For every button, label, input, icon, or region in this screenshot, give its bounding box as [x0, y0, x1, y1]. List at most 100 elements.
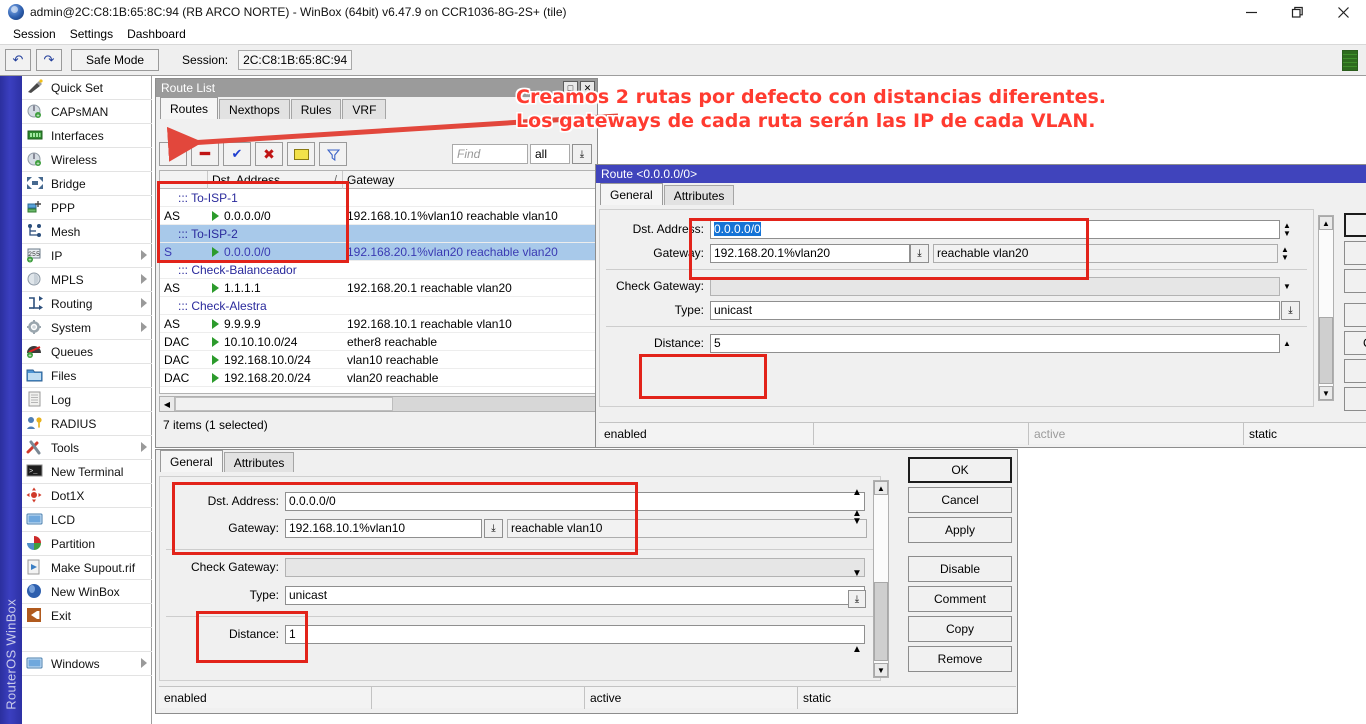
sidebar-item-files[interactable]: Files — [22, 364, 152, 388]
gateway-dropdown-icon-top[interactable]: ⤓ — [910, 244, 929, 263]
comment-button[interactable] — [287, 142, 315, 166]
vscroll-down-arrow-icon-bottom[interactable]: ▼ — [874, 663, 888, 677]
menu-dashboard[interactable]: Dashboard — [120, 26, 193, 42]
apply-button-top[interactable]: Apply — [1344, 269, 1366, 293]
routes-hscrollbar[interactable]: ◀ — [159, 396, 596, 412]
sidebar-item-bridge[interactable]: Bridge — [22, 172, 152, 196]
redo-button[interactable]: ↷ — [36, 49, 62, 71]
col-flags[interactable] — [160, 171, 208, 189]
vscroll-up-arrow-icon-top[interactable]: ▲ — [1319, 216, 1333, 230]
cancel-button-top[interactable]: Cancel — [1344, 241, 1366, 265]
cancel-button[interactable]: Cancel — [908, 487, 1012, 513]
type-input-bottom[interactable]: unicast — [285, 586, 865, 605]
sidebar-item-system[interactable]: System — [22, 316, 152, 340]
col-dst-address[interactable]: Dst. Address / — [208, 171, 343, 189]
route-dialog-top-vscrollbar[interactable]: ▲ ▼ — [1318, 215, 1334, 401]
vscroll-down-arrow-icon-top[interactable]: ▼ — [1319, 386, 1333, 400]
vscroll-up-arrow-icon-bottom[interactable]: ▲ — [874, 481, 888, 495]
gateway-spinner-bottom[interactable]: ▲▼ — [844, 504, 870, 531]
tab-routes[interactable]: Routes — [160, 97, 218, 119]
sidebar-item-queues[interactable]: +Queues — [22, 340, 152, 364]
sidebar-item-lcd[interactable]: LCD — [22, 508, 152, 532]
minimize-icon[interactable] — [1228, 0, 1274, 24]
sidebar-item-log[interactable]: Log — [22, 388, 152, 412]
gateway-dropdown-icon-bottom[interactable]: ⤓ — [484, 519, 503, 538]
menu-settings[interactable]: Settings — [63, 26, 120, 42]
table-row[interactable]: DAC192.168.10.0/24vlan10 reachable — [160, 351, 595, 369]
check-gateway-dropdown-icon-bottom[interactable]: ▼ — [844, 561, 870, 585]
undo-button[interactable]: ↶ — [5, 49, 31, 71]
type-input-top[interactable]: unicast — [710, 301, 1280, 320]
sidebar-item-dot1x[interactable]: Dot1X — [22, 484, 152, 508]
comment-button[interactable]: Comment — [908, 586, 1012, 612]
tab-general-bottom[interactable]: General — [160, 450, 223, 472]
sidebar-item-partition[interactable]: Partition — [22, 532, 152, 556]
comment-button-top[interactable]: Comment — [1344, 331, 1366, 355]
check-gateway-dropdown-icon-top[interactable]: ▼ — [1280, 283, 1294, 290]
sidebar-item-exit[interactable]: Exit — [22, 604, 152, 628]
apply-button[interactable]: Apply — [908, 517, 1012, 543]
sidebar-item-ppp[interactable]: PPP — [22, 196, 152, 220]
menu-session[interactable]: Session — [6, 26, 63, 42]
route-dialog-bottom-vscrollbar[interactable]: ▲ ▼ — [873, 480, 889, 678]
gateway-input-bottom[interactable]: 192.168.10.1%vlan10 — [285, 519, 482, 538]
dst-address-input-top[interactable]: 0.0.0.0/0 — [710, 220, 1280, 239]
filter-button[interactable] — [319, 142, 347, 166]
table-row[interactable]: DAC10.10.10.0/24ether8 reachable — [160, 333, 595, 351]
table-comment-row[interactable]: ::: Check-Balanceador — [160, 261, 595, 279]
table-comment-row[interactable]: ::: Check-Alestra — [160, 297, 595, 315]
copy-button-top[interactable]: Copy — [1344, 359, 1366, 383]
tab-rules[interactable]: Rules — [291, 99, 342, 119]
table-row[interactable]: S0.0.0.0/0192.168.20.1%vlan20 reachable … — [160, 243, 595, 261]
type-dropdown-icon-top[interactable]: ⤓ — [1281, 301, 1300, 320]
session-value[interactable]: 2C:C8:1B:65:8C:94 — [238, 50, 352, 70]
remove-button[interactable]: ━ — [191, 142, 219, 166]
vscroll-track-top[interactable] — [1319, 230, 1333, 386]
check-gateway-input-top[interactable] — [710, 277, 1280, 296]
distance-spinner-bottom[interactable]: ▲ — [844, 637, 870, 661]
distance-spinner-top[interactable]: ▲ — [1280, 340, 1294, 347]
vscroll-track-bottom[interactable] — [874, 495, 888, 663]
distance-input-top[interactable]: 5 — [710, 334, 1280, 353]
hscroll-left-arrow-icon[interactable]: ◀ — [160, 397, 175, 411]
dst-address-input-bottom[interactable]: 0.0.0.0/0 — [285, 492, 865, 511]
sidebar-item-tools[interactable]: Tools — [22, 436, 152, 460]
sidebar-item-quick-set[interactable]: Quick Set — [22, 76, 152, 100]
ok-button-top[interactable]: OK — [1344, 213, 1366, 237]
enable-button[interactable]: ✔ — [223, 142, 251, 166]
disable-button[interactable]: Disable — [908, 556, 1012, 582]
sidebar-item-capsman[interactable]: +CAPsMAN — [22, 100, 152, 124]
check-gateway-input-bottom[interactable] — [285, 558, 865, 577]
table-comment-row[interactable]: ::: To-ISP-1 — [160, 189, 595, 207]
gateway-spinner-top[interactable]: ▲▼ — [1278, 246, 1292, 261]
dst-address-spinner-bottom[interactable]: ▲ — [844, 480, 870, 504]
sidebar-item-radius[interactable]: RADIUS — [22, 412, 152, 436]
col-gateway[interactable]: Gateway — [343, 171, 595, 189]
hscroll-thumb[interactable] — [175, 397, 393, 411]
distance-input-bottom[interactable]: 1 — [285, 625, 865, 644]
type-dropdown-icon-bottom[interactable]: ⤓ — [844, 585, 870, 613]
disable-button[interactable]: ✖ — [255, 142, 283, 166]
sidebar-item-new-winbox[interactable]: New WinBox — [22, 580, 152, 604]
table-row[interactable]: DAC192.168.20.0/24vlan20 reachable — [160, 369, 595, 387]
tab-attributes-top[interactable]: Attributes — [664, 185, 735, 205]
vscroll-thumb-top[interactable] — [1319, 317, 1333, 384]
tab-vrf[interactable]: VRF — [342, 99, 386, 119]
remove-button-top[interactable]: Remove — [1344, 387, 1366, 411]
tab-attributes-bottom[interactable]: Attributes — [224, 452, 295, 472]
dst-address-spinner-top[interactable]: ▲▼ — [1280, 222, 1294, 237]
maximize-icon[interactable] — [1274, 0, 1320, 24]
disable-button-top[interactable]: Disable — [1344, 303, 1366, 327]
sidebar-item-wireless[interactable]: +Wireless — [22, 148, 152, 172]
remove-button[interactable]: Remove — [908, 646, 1012, 672]
gateway-input-top[interactable]: 192.168.20.1%vlan20 — [710, 244, 910, 263]
table-row[interactable]: AS1.1.1.1192.168.20.1 reachable vlan20 — [160, 279, 595, 297]
sidebar-item-ip[interactable]: 255+IP — [22, 244, 152, 268]
ok-button[interactable]: OK — [908, 457, 1012, 483]
sidebar-item-mesh[interactable]: Mesh — [22, 220, 152, 244]
route-dialog-top-titlebar[interactable]: Route <0.0.0.0/0> — [596, 165, 1366, 183]
sidebar-item-mpls[interactable]: MPLS — [22, 268, 152, 292]
table-comment-row[interactable]: ::: To-ISP-2 — [160, 225, 595, 243]
table-row[interactable]: AS9.9.9.9192.168.10.1 reachable vlan10 — [160, 315, 595, 333]
tab-nexthops[interactable]: Nexthops — [219, 99, 290, 119]
